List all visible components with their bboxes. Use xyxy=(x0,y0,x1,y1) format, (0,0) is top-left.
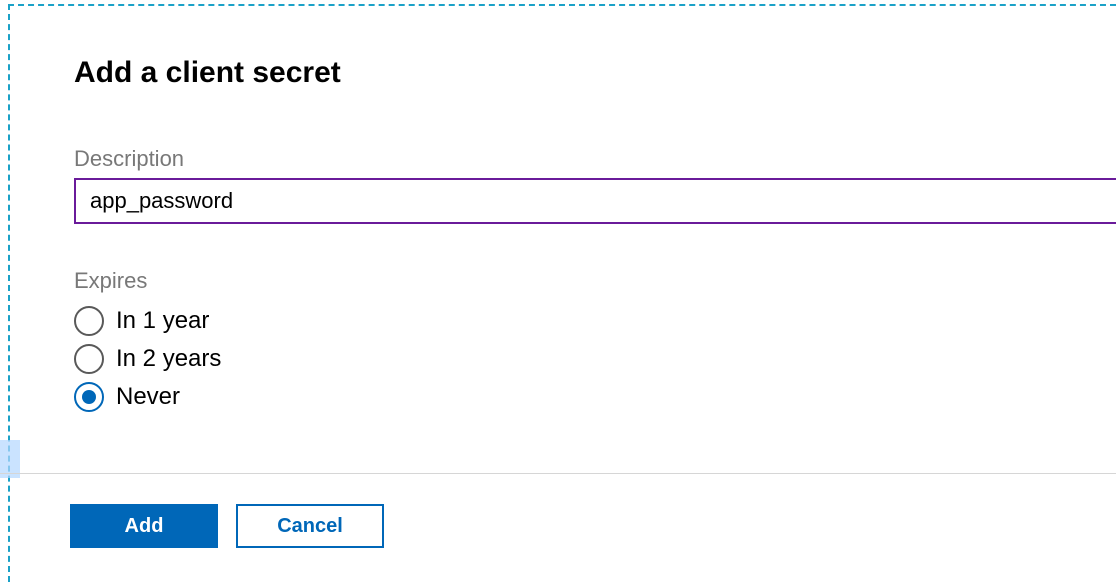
action-button-row: Add Cancel xyxy=(70,504,384,548)
expires-option-2years[interactable]: In 2 years xyxy=(74,340,1116,378)
expires-label: Expires xyxy=(74,268,1116,294)
expires-option-1year[interactable]: In 1 year xyxy=(74,302,1116,340)
cancel-button[interactable]: Cancel xyxy=(236,504,384,548)
radio-icon xyxy=(74,306,104,336)
expires-field-block: Expires In 1 year In 2 years Never xyxy=(74,268,1116,416)
description-input[interactable] xyxy=(74,178,1116,224)
add-client-secret-panel: Add a client secret Description Expires … xyxy=(40,20,1116,582)
description-field-block: Description xyxy=(74,146,1116,224)
description-label: Description xyxy=(74,146,1116,172)
radio-label: Never xyxy=(116,383,180,411)
footer-divider xyxy=(0,473,1116,474)
panel-title: Add a client secret xyxy=(74,56,1116,90)
expires-option-never[interactable]: Never xyxy=(74,378,1116,416)
radio-label: In 1 year xyxy=(116,307,209,335)
radio-icon xyxy=(74,382,104,412)
expires-radio-group: In 1 year In 2 years Never xyxy=(74,302,1116,416)
radio-label: In 2 years xyxy=(116,345,221,373)
add-button[interactable]: Add xyxy=(70,504,218,548)
radio-icon xyxy=(74,344,104,374)
